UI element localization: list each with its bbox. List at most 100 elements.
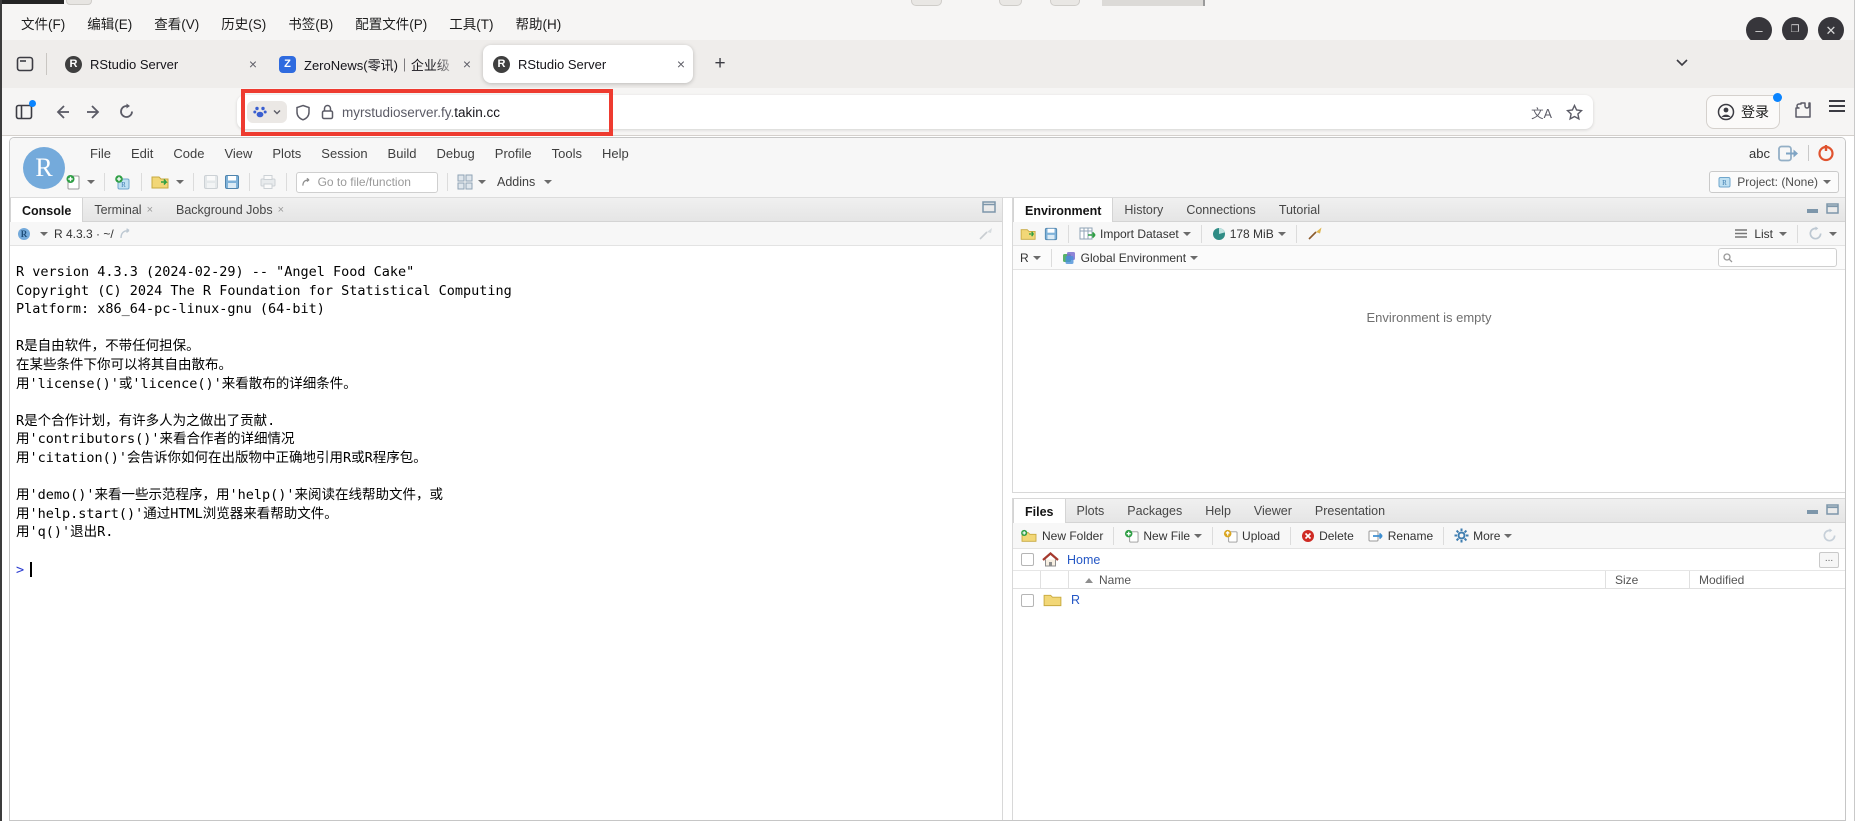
minimize-pane-icon[interactable] — [1806, 204, 1819, 214]
pane-tab[interactable]: Help — [1194, 499, 1243, 522]
select-all-checkbox[interactable] — [1021, 553, 1034, 566]
bookmark-star-icon[interactable] — [1566, 103, 1583, 121]
more-button[interactable]: More — [1454, 528, 1513, 543]
column-header-name[interactable]: Name — [1085, 573, 1131, 587]
pane-tab[interactable]: Tutorial — [1268, 198, 1332, 221]
new-tab-button[interactable]: + — [705, 49, 735, 79]
pane-tab[interactable]: Packages — [1116, 499, 1194, 522]
import-dataset-button[interactable]: Import Dataset — [1079, 227, 1191, 241]
pane-tab[interactable]: Environment — [1013, 198, 1114, 223]
breadcrumb-home-link[interactable]: Home — [1067, 553, 1100, 567]
memory-usage-button[interactable]: 178 MiB — [1212, 227, 1286, 241]
rstudio-menu-item[interactable]: Debug — [426, 142, 484, 165]
forward-icon[interactable] — [78, 96, 110, 128]
rstudio-menu-item[interactable]: Code — [163, 142, 214, 165]
maximize-pane-icon[interactable] — [982, 201, 996, 213]
rstudio-menu-item[interactable]: Plots — [262, 142, 311, 165]
sign-out-icon[interactable] — [1778, 145, 1800, 162]
quit-session-icon[interactable] — [1817, 144, 1835, 162]
scope-selector[interactable]: Global Environment — [1062, 251, 1199, 265]
url-bar[interactable]: myrstudioserver.fy.takin.cc 文A — [237, 95, 1593, 129]
maximize-pane-icon[interactable] — [1826, 203, 1839, 214]
pane-tab[interactable]: Background Jobs × — [165, 198, 296, 221]
shield-icon[interactable] — [295, 104, 311, 121]
rstudio-menu-item[interactable]: Session — [311, 142, 377, 165]
new-file-button[interactable]: New File — [1124, 529, 1203, 543]
file-row[interactable]: R — [1013, 589, 1845, 611]
r-version-icon[interactable]: R — [17, 227, 34, 241]
pane-tab[interactable]: Terminal × — [83, 198, 165, 221]
browser-menu-item[interactable]: 历史(S) — [210, 9, 277, 37]
addins-label[interactable]: Addins — [497, 175, 535, 189]
browser-menu-item[interactable]: 工具(T) — [438, 9, 504, 37]
upload-button[interactable]: Upload — [1223, 529, 1280, 543]
pane-tab[interactable]: History — [1113, 198, 1175, 221]
close-tab-icon[interactable]: × — [677, 56, 685, 72]
row-checkbox[interactable] — [1021, 593, 1034, 607]
close-tab-icon[interactable]: × — [147, 204, 153, 216]
reload-icon[interactable] — [110, 96, 142, 128]
column-header-size[interactable]: Size — [1615, 573, 1638, 587]
minimize-pane-icon[interactable] — [1806, 505, 1819, 515]
language-selector[interactable]: R — [1020, 251, 1041, 265]
column-header-modified[interactable]: Modified — [1699, 573, 1744, 587]
rstudio-menu-item[interactable]: File — [80, 142, 121, 165]
chevron-down-icon[interactable] — [1829, 231, 1837, 236]
goto-file-function-box[interactable] — [296, 171, 438, 193]
chevron-down-icon[interactable] — [1779, 231, 1787, 236]
rename-button[interactable]: Rename — [1368, 529, 1433, 543]
firefox-view-icon[interactable] — [8, 47, 42, 81]
console-output[interactable]: R version 4.3.3 (2024-02-29) -- "Angel F… — [10, 246, 1002, 579]
more-columns-button[interactable]: ... — [1819, 552, 1839, 568]
extension-permission-pill[interactable] — [247, 101, 287, 123]
browser-menu-item[interactable]: 编辑(E) — [76, 9, 143, 37]
pane-tab[interactable]: Connections — [1175, 198, 1268, 221]
open-file-icon[interactable] — [151, 174, 171, 190]
rstudio-menu-item[interactable]: Profile — [485, 142, 542, 165]
lock-icon[interactable] — [321, 104, 334, 120]
close-tab-icon[interactable]: × — [463, 56, 471, 72]
browser-menu-item[interactable]: 书签(B) — [277, 9, 344, 37]
save-all-icon[interactable] — [224, 174, 240, 190]
chevron-down-icon[interactable] — [176, 180, 184, 184]
rstudio-menu-item[interactable]: Tools — [542, 142, 592, 165]
maximize-pane-icon[interactable] — [1826, 504, 1839, 515]
new-project-icon[interactable]: R — [114, 174, 132, 191]
close-tab-icon[interactable]: × — [278, 204, 284, 216]
delete-button[interactable]: Delete — [1301, 529, 1354, 543]
new-folder-button[interactable]: New Folder — [1020, 529, 1103, 543]
project-selector-button[interactable]: R Project: (None) — [1709, 171, 1839, 193]
chevron-down-icon[interactable] — [478, 180, 486, 184]
browser-menu-item[interactable]: 查看(V) — [143, 9, 210, 37]
sidebar-toggle-icon[interactable] — [8, 96, 40, 128]
rstudio-menu-item[interactable]: Build — [378, 142, 427, 165]
home-icon[interactable] — [1042, 552, 1059, 567]
view-mode-label[interactable]: List — [1754, 227, 1773, 241]
signin-button[interactable]: 登录 — [1706, 93, 1782, 129]
console-prompt-line[interactable]: > — [16, 561, 994, 580]
session-link-icon[interactable] — [120, 228, 134, 239]
chevron-down-icon[interactable] — [544, 180, 553, 184]
rstudio-menu-item[interactable]: Edit — [121, 142, 163, 165]
workspace-panes-icon[interactable] — [457, 174, 473, 190]
app-menu-icon[interactable] — [1829, 100, 1845, 112]
rstudio-menu-item[interactable]: View — [214, 142, 262, 165]
pane-tab[interactable]: Viewer — [1243, 499, 1304, 522]
clear-environment-icon[interactable] — [1307, 227, 1323, 241]
url-text[interactable]: myrstudioserver.fy.takin.cc — [342, 105, 1531, 120]
chevron-down-icon[interactable] — [87, 180, 95, 184]
browser-menu-item[interactable]: 帮助(H) — [505, 9, 573, 37]
refresh-icon[interactable] — [1808, 226, 1823, 241]
translate-icon[interactable]: 文A — [1531, 103, 1552, 122]
environment-search-box[interactable] — [1718, 248, 1837, 267]
refresh-icon[interactable] — [1822, 528, 1837, 543]
browser-tab-rstudio-1[interactable]: R RStudio Server × — [55, 45, 265, 83]
close-tab-icon[interactable]: × — [249, 56, 257, 72]
rstudio-menu-item[interactable]: Help — [592, 142, 639, 165]
new-file-icon[interactable] — [65, 174, 82, 191]
browser-tab-rstudio-2[interactable]: R RStudio Server × — [483, 45, 693, 83]
extensions-icon[interactable] — [1793, 100, 1813, 120]
pane-tab[interactable]: Files — [1013, 499, 1066, 524]
list-all-tabs-icon[interactable] — [1674, 54, 1690, 70]
goto-file-function-input[interactable] — [317, 175, 432, 189]
